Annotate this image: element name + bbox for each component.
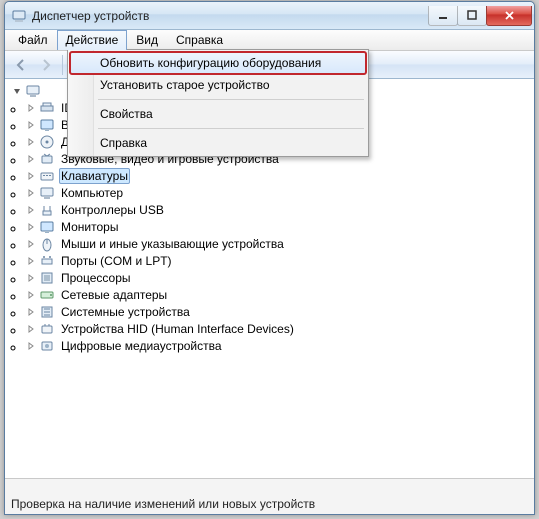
tree-item[interactable]: Устройства HID (Human Interface Devices) bbox=[25, 320, 534, 337]
tree-item-label: Компьютер bbox=[59, 185, 125, 201]
minimize-button[interactable] bbox=[428, 6, 458, 26]
menubar: Файл Действие Вид Справка bbox=[5, 30, 534, 51]
menu-update-config-label: Обновить конфигурацию оборудования bbox=[100, 56, 321, 70]
menu-file[interactable]: Файл bbox=[9, 30, 57, 50]
device-category-icon bbox=[39, 151, 55, 167]
window-buttons bbox=[429, 6, 532, 26]
dropdown-separator bbox=[98, 99, 364, 100]
device-category-icon bbox=[39, 202, 55, 218]
app-icon bbox=[11, 8, 27, 24]
device-category-icon bbox=[39, 270, 55, 286]
menu-view[interactable]: Вид bbox=[127, 30, 167, 50]
device-category-icon bbox=[39, 117, 55, 133]
tree-item[interactable]: Сетевые адаптеры bbox=[25, 286, 534, 303]
device-category-icon bbox=[39, 185, 55, 201]
expand-icon[interactable] bbox=[25, 119, 37, 131]
computer-icon bbox=[25, 83, 41, 99]
tree-item[interactable]: Порты (COM и LPT) bbox=[25, 252, 534, 269]
expand-icon[interactable] bbox=[25, 170, 37, 182]
expand-icon[interactable] bbox=[25, 272, 37, 284]
expand-icon[interactable] bbox=[25, 221, 37, 233]
titlebar[interactable]: Диспетчер устройств bbox=[5, 2, 534, 30]
expand-icon[interactable] bbox=[25, 306, 37, 318]
tree-item[interactable]: Компьютер bbox=[25, 184, 534, 201]
expand-icon[interactable] bbox=[25, 238, 37, 250]
window-title: Диспетчер устройств bbox=[32, 9, 429, 23]
expand-icon[interactable] bbox=[25, 136, 37, 148]
tree-item[interactable]: Цифровые медиаустройства bbox=[25, 337, 534, 354]
tree-root-label bbox=[45, 90, 49, 92]
expand-icon[interactable] bbox=[25, 102, 37, 114]
tree-item[interactable]: Контроллеры USB bbox=[25, 201, 534, 218]
menu-properties-label: Свойства bbox=[100, 107, 153, 121]
expand-icon[interactable] bbox=[25, 187, 37, 199]
tree-item-label: Мыши и иные указывающие устройства bbox=[59, 236, 286, 252]
expand-icon[interactable] bbox=[25, 255, 37, 267]
action-dropdown: Обновить конфигурацию оборудования Устан… bbox=[67, 49, 369, 157]
menu-properties[interactable]: Свойства bbox=[70, 103, 366, 125]
tree-item-label: Клавиатуры bbox=[59, 168, 130, 184]
maximize-button[interactable] bbox=[457, 6, 487, 26]
tree-item-label: Мониторы bbox=[59, 219, 120, 235]
statusbar: Проверка на наличие изменений или новых … bbox=[5, 478, 534, 514]
device-category-icon bbox=[39, 321, 55, 337]
tree-item-label: Процессоры bbox=[59, 270, 133, 286]
tree-item-label: Порты (COM и LPT) bbox=[59, 253, 174, 269]
device-manager-window: Диспетчер устройств Файл Действие Вид Сп… bbox=[4, 1, 535, 515]
menu-install-legacy-label: Установить старое устройство bbox=[100, 78, 270, 92]
menu-help[interactable]: Справка bbox=[70, 132, 366, 154]
device-category-icon bbox=[39, 304, 55, 320]
dropdown-separator bbox=[98, 128, 364, 129]
menu-help[interactable]: Справка bbox=[167, 30, 232, 50]
tree-item-label: Устройства HID (Human Interface Devices) bbox=[59, 321, 296, 337]
tree-item[interactable]: Системные устройства bbox=[25, 303, 534, 320]
statusbar-text: Проверка на наличие изменений или новых … bbox=[11, 497, 315, 511]
toolbar-separator bbox=[62, 55, 63, 75]
tree-item[interactable]: Клавиатуры bbox=[25, 167, 534, 184]
menu-action[interactable]: Действие bbox=[57, 30, 128, 50]
tree-item[interactable]: Процессоры bbox=[25, 269, 534, 286]
expand-icon[interactable] bbox=[25, 204, 37, 216]
tree-item-label: Контроллеры USB bbox=[59, 202, 166, 218]
collapse-icon[interactable] bbox=[11, 85, 23, 97]
tree-item-label: Системные устройства bbox=[59, 304, 192, 320]
device-category-icon bbox=[39, 236, 55, 252]
expand-icon[interactable] bbox=[25, 323, 37, 335]
menu-update-config[interactable]: Обновить конфигурацию оборудования bbox=[70, 52, 366, 74]
expand-icon[interactable] bbox=[25, 289, 37, 301]
device-category-icon bbox=[39, 253, 55, 269]
tree-item[interactable]: Мониторы bbox=[25, 218, 534, 235]
close-button[interactable] bbox=[486, 6, 532, 26]
device-category-icon bbox=[39, 287, 55, 303]
tree-item-label: Сетевые адаптеры bbox=[59, 287, 169, 303]
device-category-icon bbox=[39, 100, 55, 116]
menu-help-label: Справка bbox=[100, 136, 147, 150]
tree-item[interactable]: Мыши и иные указывающие устройства bbox=[25, 235, 534, 252]
device-category-icon bbox=[39, 134, 55, 150]
device-category-icon bbox=[39, 168, 55, 184]
back-button[interactable] bbox=[9, 54, 33, 76]
forward-button[interactable] bbox=[34, 54, 58, 76]
device-category-icon bbox=[39, 219, 55, 235]
expand-icon[interactable] bbox=[25, 153, 37, 165]
menu-install-legacy[interactable]: Установить старое устройство bbox=[70, 74, 366, 96]
tree-item-label: Цифровые медиаустройства bbox=[59, 338, 224, 354]
device-category-icon bbox=[39, 338, 55, 354]
expand-icon[interactable] bbox=[25, 340, 37, 352]
